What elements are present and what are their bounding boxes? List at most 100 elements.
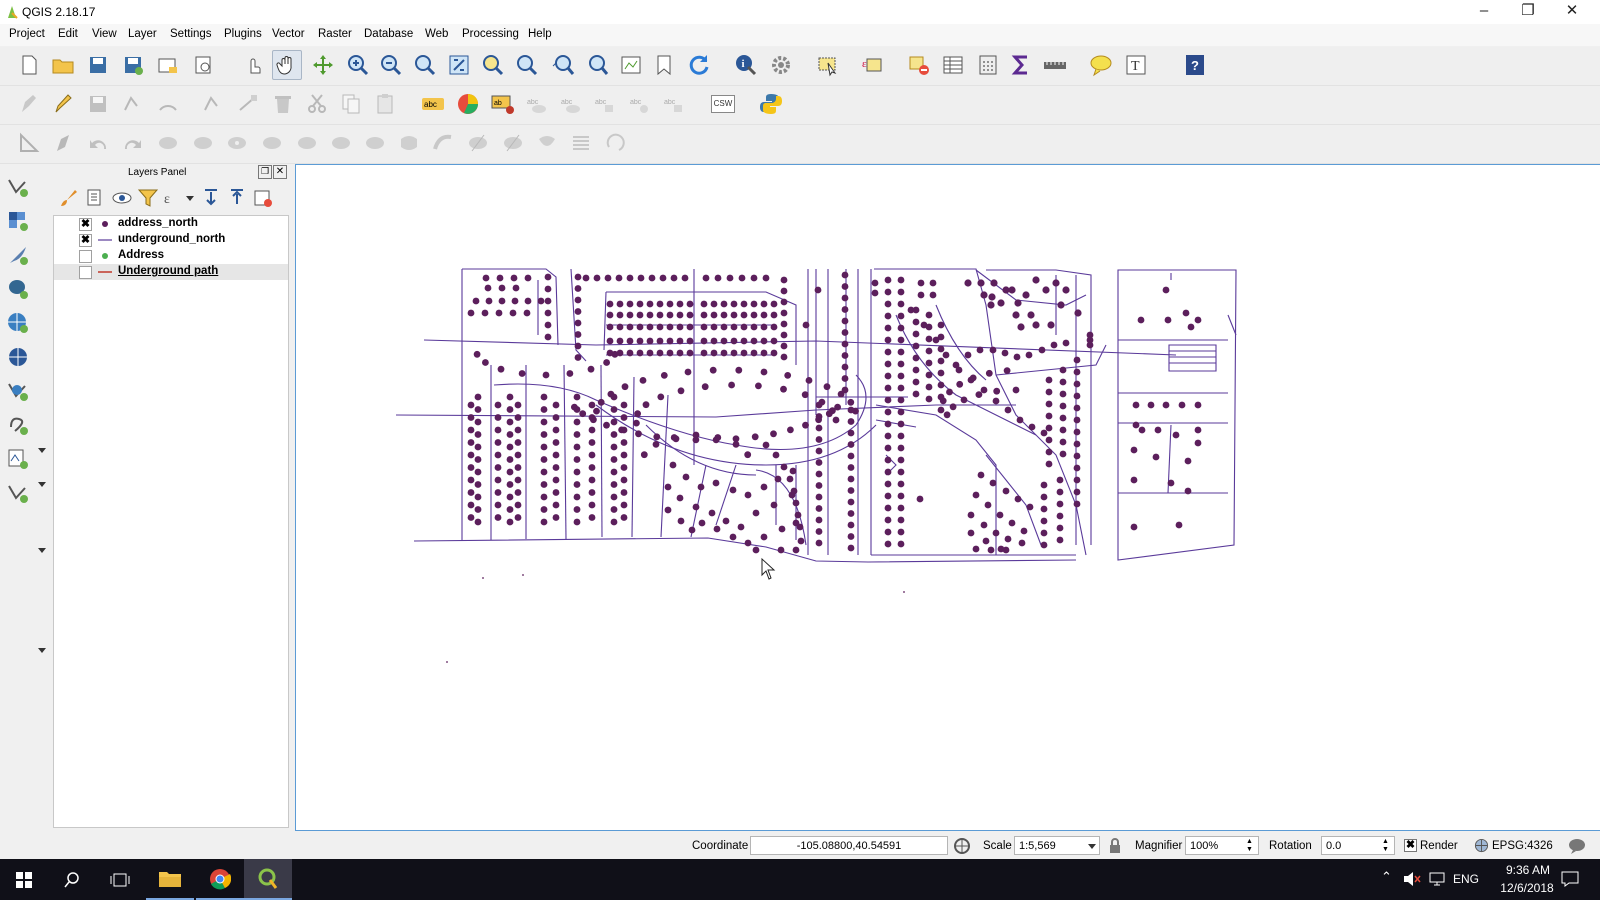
deselect-all-button[interactable]	[906, 52, 932, 78]
delete-part-button[interactable]	[362, 130, 388, 156]
identify-features-button[interactable]: i	[733, 52, 759, 78]
zoom-out-button[interactable]	[378, 52, 404, 78]
render-checkbox[interactable]: ✖	[1404, 839, 1417, 852]
save-edits-button[interactable]	[85, 91, 111, 117]
menu-plugins[interactable]: Plugins	[224, 28, 262, 40]
layer-row[interactable]: ✖ address_north	[54, 216, 288, 232]
layer-visibility-checkbox[interactable]: ✖	[79, 234, 92, 247]
coordinate-field[interactable]: -105.08800,40.54591	[750, 836, 948, 855]
rotate-point-symbols-button[interactable]	[602, 130, 628, 156]
pan-to-selection-button[interactable]	[310, 52, 336, 78]
input-language[interactable]: ENG	[1453, 872, 1479, 886]
restore-button[interactable]: ❐	[1506, 0, 1550, 24]
filter-by-expression-button[interactable]: ε	[160, 185, 186, 211]
float-panel-button[interactable]: ❐	[258, 165, 272, 179]
new-print-composer-button[interactable]	[155, 52, 181, 78]
rotate-feature-button[interactable]	[155, 130, 181, 156]
file-explorer-button[interactable]	[146, 859, 194, 900]
new-spatialite-layer-button[interactable]	[5, 480, 31, 506]
add-spatialite-layer-button[interactable]	[5, 242, 31, 268]
chevron-down-icon[interactable]	[1088, 844, 1096, 849]
chevron-down-icon[interactable]	[38, 482, 46, 487]
start-button[interactable]	[0, 859, 48, 900]
menu-project[interactable]: Project	[9, 28, 45, 40]
add-ring-button[interactable]	[224, 130, 250, 156]
measure-line-button[interactable]	[1042, 52, 1068, 78]
map-tips-button[interactable]	[1088, 52, 1114, 78]
chevron-down-icon[interactable]	[38, 548, 46, 553]
zoom-native-button[interactable]	[412, 52, 438, 78]
add-feature-button[interactable]	[120, 91, 146, 117]
chrome-button[interactable]	[196, 859, 244, 900]
open-project-button[interactable]	[50, 52, 76, 78]
clock-date[interactable]: 12/6/2018	[1488, 881, 1566, 895]
crs-label[interactable]: EPSG:4326	[1492, 840, 1553, 852]
menu-edit[interactable]: Edit	[58, 28, 78, 40]
volume-muted-icon[interactable]	[1403, 871, 1421, 887]
qgis-taskbar-button[interactable]	[244, 859, 292, 900]
lock-scale-icon[interactable]	[1108, 837, 1122, 855]
show-hide-labels-button[interactable]: abc	[524, 91, 550, 117]
map-canvas[interactable]	[295, 164, 1600, 831]
filter-legend-button[interactable]	[135, 185, 161, 211]
fill-ring-button[interactable]	[294, 130, 320, 156]
clock-time[interactable]: 9:36 AM	[1493, 863, 1563, 877]
merge-attributes-button[interactable]	[568, 130, 594, 156]
move-label-button[interactable]: abc	[558, 91, 584, 117]
new-map-view-button[interactable]	[618, 52, 644, 78]
zoom-in-button[interactable]	[345, 52, 371, 78]
text-annotation-button[interactable]: T	[1123, 52, 1149, 78]
field-calculator-button[interactable]	[975, 52, 1001, 78]
node-tool-button[interactable]	[235, 91, 261, 117]
add-group-button[interactable]	[82, 185, 108, 211]
layer-labeling-button[interactable]: abc	[420, 91, 446, 117]
chevron-down-icon[interactable]	[186, 196, 194, 201]
add-wms-layer-button[interactable]	[5, 310, 31, 336]
task-view-button[interactable]	[96, 859, 144, 900]
layer-visibility-checkbox[interactable]	[79, 250, 92, 263]
action-center-icon[interactable]	[1561, 871, 1579, 887]
zoom-full-button[interactable]	[446, 52, 472, 78]
csw-button[interactable]: CSW	[710, 91, 736, 117]
current-edits-button[interactable]	[16, 91, 42, 117]
run-feature-action-button[interactable]	[768, 52, 794, 78]
new-shapefile-button[interactable]	[5, 446, 31, 472]
add-part-button[interactable]	[259, 130, 285, 156]
help-button[interactable]: ?	[1182, 52, 1208, 78]
chevron-down-icon[interactable]	[38, 448, 46, 453]
undo-button[interactable]	[85, 130, 111, 156]
network-icon[interactable]	[1428, 871, 1446, 887]
collapse-all-button[interactable]	[224, 185, 250, 211]
menu-raster[interactable]: Raster	[318, 28, 352, 40]
open-layer-styling-button[interactable]	[56, 185, 82, 211]
menu-layer[interactable]: Layer	[128, 28, 157, 40]
search-button[interactable]	[48, 859, 96, 900]
scale-combobox[interactable]: 1:5,569	[1014, 836, 1100, 855]
split-parts-button[interactable]	[500, 130, 526, 156]
zoom-next-button[interactable]	[584, 52, 610, 78]
layer-row[interactable]: Address	[54, 248, 288, 264]
advanced-digitizing-button[interactable]	[16, 130, 42, 156]
manage-visibility-button[interactable]	[109, 185, 135, 211]
diagram-options-button[interactable]	[455, 91, 481, 117]
menu-processing[interactable]: Processing	[462, 28, 519, 40]
zoom-to-layer-button[interactable]	[514, 52, 540, 78]
enable-tracing-button[interactable]	[50, 130, 76, 156]
add-wcs-layer-button[interactable]	[5, 344, 31, 370]
delete-ring-button[interactable]	[328, 130, 354, 156]
menu-database[interactable]: Database	[364, 28, 413, 40]
add-raster-layer-button[interactable]	[5, 208, 31, 234]
add-wfs-layer-button[interactable]	[5, 378, 31, 404]
add-delimited-text-button[interactable]	[5, 412, 31, 438]
menu-view[interactable]: View	[92, 28, 117, 40]
menu-settings[interactable]: Settings	[170, 28, 212, 40]
save-project-button[interactable]	[85, 52, 111, 78]
expand-all-button[interactable]	[198, 185, 224, 211]
chevron-up-icon[interactable]: ⌃	[1381, 869, 1392, 885]
toggle-editing-button[interactable]	[50, 91, 76, 117]
cut-features-button[interactable]	[304, 91, 330, 117]
toggle-coordinate-mode-icon[interactable]	[953, 837, 971, 855]
layer-visibility-checkbox[interactable]: ✖	[79, 218, 92, 231]
split-features-button[interactable]	[465, 130, 491, 156]
messages-icon[interactable]	[1568, 837, 1586, 855]
